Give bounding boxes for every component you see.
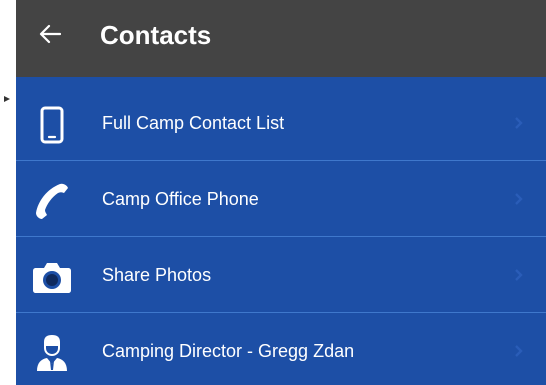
phone-handset-icon: [32, 181, 72, 221]
camera-icon: [32, 257, 72, 297]
back-button[interactable]: [30, 12, 70, 56]
list-item-camping-director[interactable]: Camping Director - Gregg Zdan: [16, 313, 546, 385]
list-item-label: Camp Office Phone: [102, 189, 259, 209]
chevron-right-icon: [512, 191, 526, 207]
mobile-phone-icon: [32, 105, 72, 145]
edge-arrow-icon: [4, 96, 10, 102]
list-item-share-photos[interactable]: Share Photos: [16, 237, 546, 313]
chevron-right-icon: [512, 267, 526, 283]
chevron-right-icon: [512, 115, 526, 131]
arrow-left-icon: [39, 24, 61, 44]
list-item-full-camp-contact-list[interactable]: Full Camp Contact List: [16, 85, 546, 161]
contacts-list: Full Camp Contact List Camp Office Phone: [16, 85, 546, 385]
list-item-camp-office-phone[interactable]: Camp Office Phone: [16, 161, 546, 237]
chevron-right-icon: [512, 343, 526, 359]
list-item-label: Camping Director - Gregg Zdan: [102, 341, 355, 361]
person-icon: [32, 333, 72, 373]
list-item-label: Full Camp Contact List: [102, 113, 285, 133]
contacts-screen: Contacts Full Camp Contact List Camp Off…: [16, 0, 546, 385]
app-bar: Contacts: [16, 0, 546, 77]
list-item-label: Share Photos: [102, 265, 212, 285]
page-title: Contacts: [100, 20, 212, 50]
